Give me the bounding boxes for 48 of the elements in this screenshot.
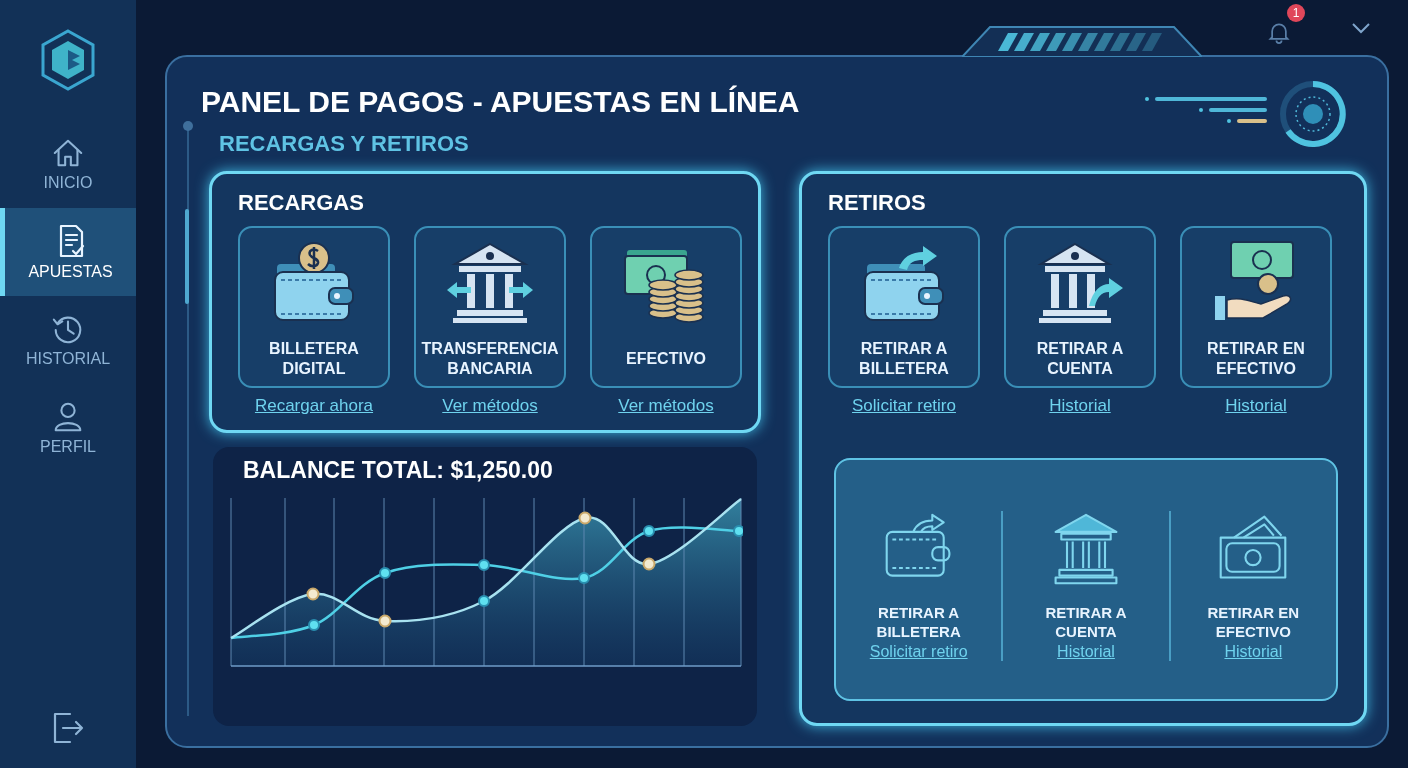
- option-label: TRANSFERENCIA BANCARIA: [420, 339, 560, 379]
- rail-dot: [183, 121, 193, 131]
- option-link[interactable]: Solicitar retiro: [852, 396, 956, 416]
- option-link[interactable]: Ver métodos: [442, 396, 538, 416]
- balance-total: BALANCE TOTAL: $1,250.00: [242, 457, 554, 484]
- chart-point: [643, 525, 655, 537]
- option-link[interactable]: Ver métodos: [618, 396, 714, 416]
- nav-item[interactable]: PERFIL: [0, 392, 136, 464]
- chart-point: [578, 572, 590, 584]
- option-label: RETIRAR A BILLETERA: [875, 602, 962, 641]
- option-label: EFECTIVO: [625, 349, 707, 369]
- section-title: RECARGAS Y RETIROS: [219, 131, 470, 157]
- option-tile[interactable]: TRANSFERENCIA BANCARIA: [414, 226, 566, 388]
- option-link[interactable]: Historial: [1049, 396, 1111, 416]
- option-link[interactable]: Historial: [1057, 642, 1115, 661]
- card-title: RETIROS: [828, 190, 927, 216]
- chevron-down-icon[interactable]: [1351, 21, 1371, 34]
- option-tile[interactable]: EFECTIVO: [590, 226, 742, 388]
- option-tile[interactable]: BILLETERA DIGITAL: [238, 226, 390, 388]
- chart-point: [642, 557, 656, 571]
- nav-item[interactable]: INICIO: [0, 128, 136, 200]
- nav-item[interactable]: APUESTAS: [0, 208, 136, 296]
- chart-point: [308, 619, 320, 631]
- scroll-thumb[interactable]: [185, 209, 189, 304]
- option-link[interactable]: Recargar ahora: [254, 396, 374, 416]
- chart-point: [478, 595, 490, 607]
- chart-point: [478, 559, 490, 571]
- chart-point: [578, 511, 592, 525]
- card-title: RECARGAS: [238, 190, 365, 216]
- option-tile[interactable]: RETIRAR A CUENTA: [1004, 226, 1156, 388]
- option-label: RETIRAR A CUENTA: [1044, 602, 1128, 641]
- page-title: PANEL DE PAGOS - APUESTAS EN LÍNEA: [201, 85, 800, 119]
- option-link[interactable]: Historial: [1225, 396, 1287, 416]
- option-label: RETIRAR A BILLETERA: [858, 339, 950, 379]
- chart-point: [306, 587, 320, 601]
- option-tile[interactable]: RETIRAR EN EFECTIVO: [1180, 226, 1332, 388]
- option-tile[interactable]: RETIRAR A BILLETERA: [828, 226, 980, 388]
- option-link[interactable]: Historial: [1224, 642, 1283, 661]
- option-label: RETIRAR A CUENTA: [1035, 339, 1125, 379]
- option-label: RETIRAR EN EFECTIVO: [1206, 339, 1306, 379]
- notification-badge: 1: [1287, 4, 1305, 22]
- chart-point: [379, 567, 391, 579]
- option-link[interactable]: Solicitar retiro: [869, 642, 968, 661]
- chart-point: [378, 614, 392, 628]
- option-label: RETIRAR EN EFECTIVO: [1206, 602, 1301, 641]
- option-label: BILLETERA DIGITAL: [268, 339, 360, 379]
- nav-item[interactable]: HISTORIAL: [0, 304, 136, 376]
- chart-point: [733, 525, 743, 537]
